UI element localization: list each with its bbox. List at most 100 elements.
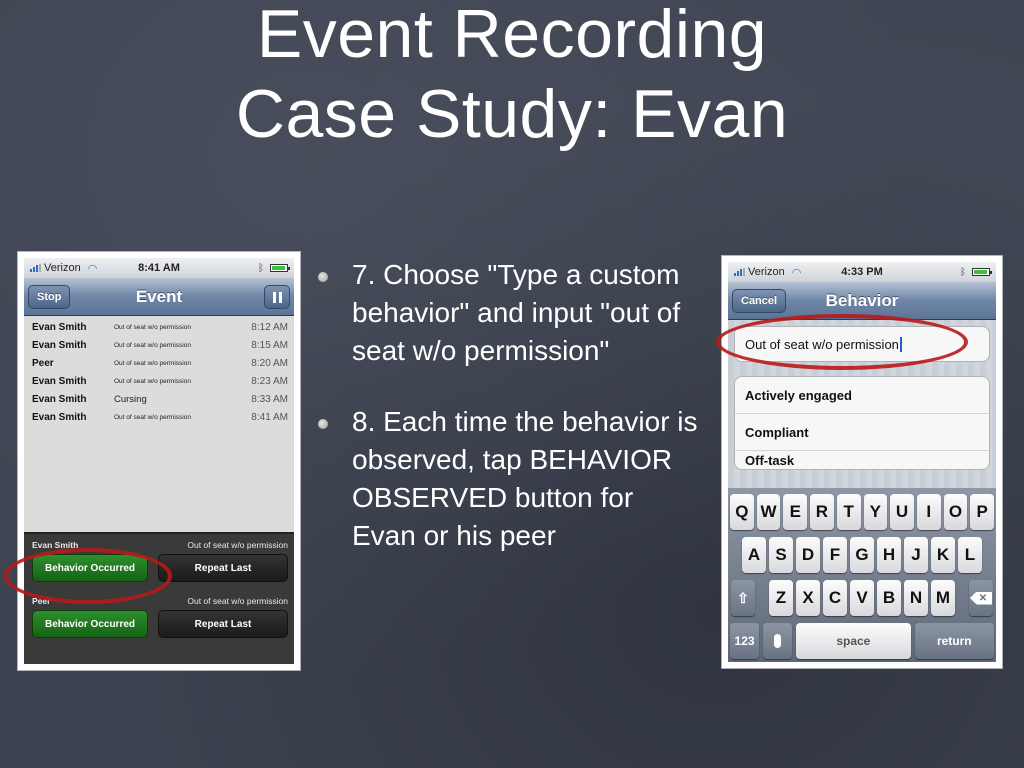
event-row: Evan Smith Out of seat w/o permission 8:… [24,318,294,336]
key[interactable]: S [769,537,793,573]
shift-icon: ⇧ [737,589,749,606]
bluetooth-icon: ᛒ [960,266,966,278]
stop-button[interactable]: Stop [28,285,71,309]
key[interactable]: Y [863,494,888,530]
keyboard: Q W E R T Y U I O P A S D F G H J K L ⇧ … [728,488,996,662]
event-time: 8:33 AM [251,393,288,405]
behavior-occurred-button-peer[interactable]: Behavior Occurred [32,610,148,638]
bullet-icon [318,419,328,429]
return-key[interactable]: return [914,623,995,659]
behavior-option[interactable]: Compliant [735,414,989,451]
behavior-option[interactable]: Actively engaged [735,377,989,414]
panel-last-behavior: Out of seat w/o permission [187,540,288,550]
custom-behavior-input[interactable]: Out of seat w/o permission [734,326,990,362]
key[interactable]: D [796,537,820,573]
event-name: Evan Smith [32,375,87,387]
key[interactable]: C [823,580,847,616]
behavior-panel: Evan Smith Out of seat w/o permission Be… [24,532,294,664]
event-time: 8:23 AM [251,375,288,387]
key[interactable]: I [916,494,941,530]
event-row: Evan Smith Out of seat w/o permission 8:… [24,336,294,354]
key[interactable]: R [810,494,834,530]
event-behavior: Cursing [114,393,147,405]
text-caret [899,336,902,352]
keyboard-row-2: A S D F G H J K L [730,537,994,573]
key[interactable]: J [904,537,928,573]
event-row: Peer Out of seat w/o permission 8:20 AM [24,354,294,372]
cancel-button[interactable]: Cancel [732,289,787,313]
key[interactable]: T [836,494,861,530]
bullet-item: 7. Choose "Type a custom behavior" and i… [318,256,698,370]
key[interactable]: P [970,494,995,530]
key[interactable]: H [877,537,901,573]
event-time: 8:20 AM [251,357,288,369]
nav-title: Event [135,286,183,306]
nav-bar: Stop Event [24,278,294,316]
panel-row-evan: Evan Smith Out of seat w/o permission Be… [32,538,288,594]
backspace-icon: ✕ [970,591,992,605]
key[interactable]: M [931,580,955,616]
key[interactable]: A [742,537,766,573]
pause-button[interactable] [264,285,290,309]
wifi-icon: ◠ [87,262,98,275]
event-name: Peer [32,357,54,369]
key[interactable]: Z [769,580,793,616]
key[interactable]: U [890,494,914,530]
battery-icon [270,264,290,272]
carrier-label: Verizon [748,266,785,278]
event-row: Evan Smith Out of seat w/o permission 8:… [24,372,294,390]
input-value: Out of seat w/o permission [745,336,899,352]
status-bar: Verizon ◠ 8:41 AM ᛒ [24,258,294,278]
key[interactable]: V [850,580,874,616]
bullet-text: 8. Each time the behavior is observed, t… [352,406,698,551]
repeat-last-button-peer[interactable]: Repeat Last [158,610,288,638]
event-name: Evan Smith [32,393,87,405]
key[interactable]: N [904,580,928,616]
panel-last-behavior: Out of seat w/o permission [187,596,288,606]
key[interactable]: O [943,494,968,530]
bullet-text: 7. Choose "Type a custom behavior" and i… [352,259,681,366]
signal-icon [734,268,745,276]
key[interactable]: K [931,537,955,573]
event-behavior: Out of seat w/o permission [114,377,191,385]
dictation-key[interactable] [763,623,793,659]
wifi-icon: ◠ [791,266,802,279]
panel-who: Evan Smith [32,540,79,550]
space-key[interactable]: space [796,623,911,659]
behavior-options: Actively engaged Compliant Off-task [734,376,990,470]
event-behavior: Out of seat w/o permission [114,359,191,367]
event-time: 8:41 AM [251,411,288,423]
keyboard-row-3: ⇧ Z X C V B N M ✕ [730,580,994,616]
carrier-label: Verizon [44,262,81,274]
slide-title: Event Recording Case Study: Evan [0,0,1024,154]
bullet-list: 7. Choose "Type a custom behavior" and i… [318,256,698,555]
bluetooth-icon: ᛒ [258,262,264,274]
behavior-option[interactable]: Off-task [735,451,989,469]
event-behavior: Out of seat w/o permission [114,341,191,349]
behavior-occurred-button-evan[interactable]: Behavior Occurred [32,554,148,582]
backspace-key[interactable]: ✕ [969,580,993,616]
signal-icon [30,264,41,272]
shift-key[interactable]: ⇧ [731,580,755,616]
event-list: Evan Smith Out of seat w/o permission 8:… [24,316,294,428]
key[interactable]: X [796,580,820,616]
repeat-last-button-evan[interactable]: Repeat Last [158,554,288,582]
key[interactable]: W [756,494,781,530]
numbers-key[interactable]: 123 [730,623,760,659]
panel-who: Peer [32,596,51,606]
battery-icon [972,268,992,276]
behavior-screen-screenshot: Verizon ◠ 4:33 PM ᛒ Cancel Behavior Out … [722,256,1002,668]
event-row: Evan Smith Cursing 8:33 AM [24,390,294,408]
key[interactable]: F [823,537,847,573]
key[interactable]: B [877,580,901,616]
bullet-icon [318,272,328,282]
key[interactable]: E [783,494,808,530]
key[interactable]: Q [729,494,754,530]
event-row: Evan Smith Out of seat w/o permission 8:… [24,408,294,426]
event-time: 8:12 AM [251,321,288,333]
key[interactable]: L [958,537,982,573]
key[interactable]: G [850,537,874,573]
nav-title: Behavior [825,290,899,310]
panel-row-peer: Peer Out of seat w/o permission Behavior… [32,594,288,650]
event-time: 8:15 AM [251,339,288,351]
